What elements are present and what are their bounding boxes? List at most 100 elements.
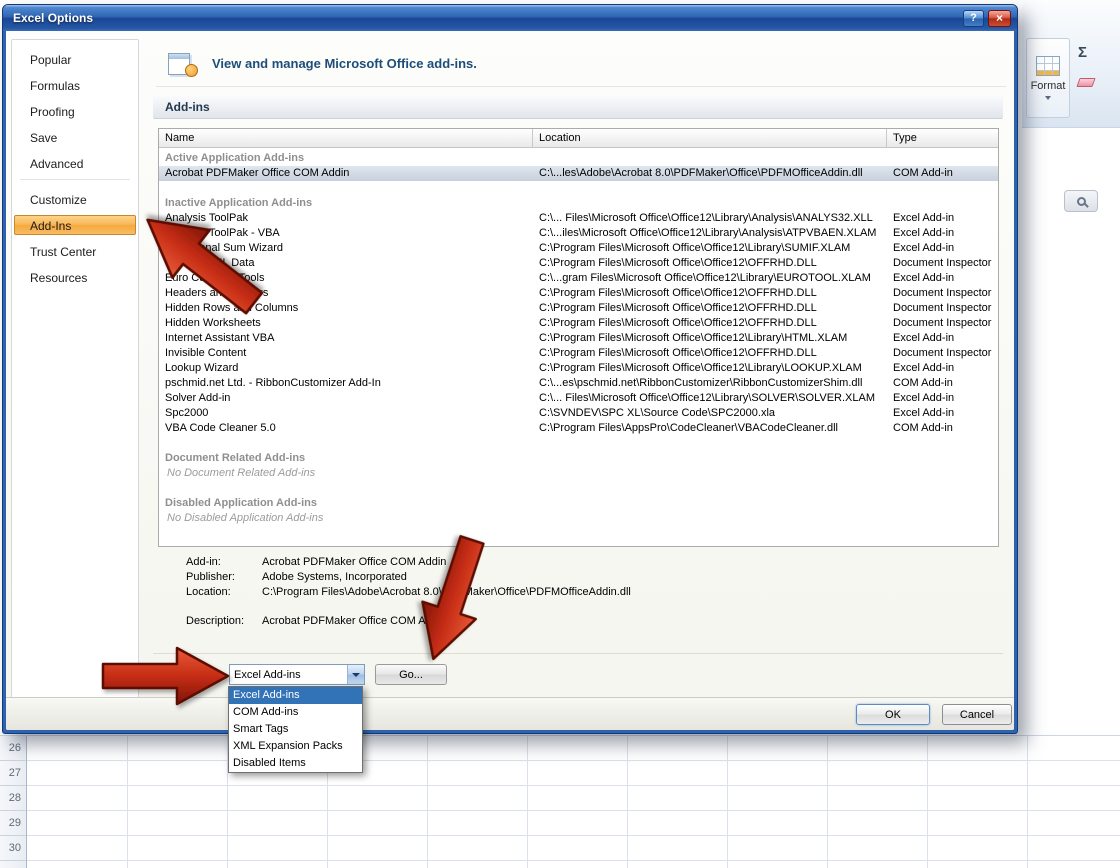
detail-row: Add-in:Acrobat PDFMaker Office COM Addin [186,555,998,570]
addin-location: C:\Program Files\Microsoft Office\Office… [533,301,887,316]
close-icon: × [996,11,1003,25]
dropdown-button[interactable] [347,665,364,684]
detail-label: Add-in: [186,555,262,570]
chevron-down-icon [1045,96,1051,100]
section-band: Add-ins [153,95,1003,119]
addin-type: Document Inspector [887,286,998,301]
detail-value: Adobe Systems, Incorporated [262,570,998,585]
addin-group-header: Active Application Add-ins [159,151,998,166]
addin-location: C:\Program Files\Microsoft Office\Office… [533,241,887,256]
addin-name: Invisible Content [159,346,533,361]
addin-row[interactable]: Headers and FootersC:\Program Files\Micr… [159,286,998,301]
sidebar-item-add-ins[interactable]: Add-Ins [14,215,136,235]
dialog-titlebar[interactable]: Excel Options ? × [3,5,1017,31]
dialog-title: Excel Options [13,11,963,25]
row-number: 26 [0,736,26,761]
sidebar-item-save[interactable]: Save [14,127,136,147]
cancel-button[interactable]: Cancel [942,704,1012,725]
sidebar-item-formulas[interactable]: Formulas [14,75,136,95]
background-widget [1064,190,1098,212]
column-header-name: Name [159,129,533,147]
addin-name: Hidden Rows and Columns [159,301,533,316]
format-button[interactable]: Format [1026,38,1070,118]
addin-row[interactable]: pschmid.net Ltd. - RibbonCustomizer Add-… [159,376,998,391]
addins-table-body: Active Application Add-insAcrobat PDFMak… [159,148,998,546]
close-button[interactable]: × [988,10,1011,27]
addin-name: Lookup Wizard [159,361,533,376]
magnifier-icon [1077,197,1086,206]
addin-location: C:\...gram Files\Microsoft Office\Office… [533,271,887,286]
addin-location: C:\Program Files\Microsoft Office\Office… [533,331,887,346]
addin-group-empty: No Disabled Application Add-ins [159,511,998,526]
sidebar-nav: Popular Formulas Proofing Save Advanced Custo… [11,39,139,701]
manage-dropdown-value: Excel Add-ins [230,669,347,681]
addin-type: Excel Add-in [887,391,998,406]
addin-row[interactable]: Internet Assistant VBAC:\Program Files\M… [159,331,998,346]
addin-row[interactable]: Custom XML DataC:\Program Files\Microsof… [159,256,998,271]
manage-dropdown[interactable]: Excel Add-ins [229,664,365,685]
addin-row[interactable]: Solver Add-inC:\... Files\Microsoft Offi… [159,391,998,406]
addin-details: Add-in:Acrobat PDFMaker Office COM Addin… [186,555,998,629]
main-header: View and manage Microsoft Office add-ins… [156,41,1006,87]
column-header-location: Location [533,129,887,147]
detail-value: C:\Program Files\Adobe\Acrobat 8.0\PDFMa… [262,585,998,600]
sidebar-item-popular[interactable]: Popular [14,49,136,69]
addin-location: C:\... Files\Microsoft Office\Office12\L… [533,211,887,226]
table-header-row: Name Location Type [159,129,998,148]
addin-row[interactable]: Euro Currency ToolsC:\...gram Files\Micr… [159,271,998,286]
dropdown-option[interactable]: COM Add-ins [229,704,362,721]
addin-name: Spc2000 [159,406,533,421]
sidebar-separator [20,179,130,180]
ok-button[interactable]: OK [856,704,930,725]
sidebar-item-trust-center[interactable]: Trust Center [14,241,136,261]
addin-row[interactable]: Spc2000C:\SVNDEV\SPC XL\Source Code\SPC2… [159,406,998,421]
autosum-sigma-icon[interactable]: Σ [1078,44,1087,61]
addin-row[interactable]: Analysis ToolPak - VBAC:\...iles\Microso… [159,226,998,241]
addin-group-header: Document Related Add-ins [159,451,998,466]
addin-row[interactable]: Hidden WorksheetsC:\Program Files\Micros… [159,316,998,331]
addin-location: C:\Program Files\Microsoft Office\Office… [533,256,887,271]
dropdown-option[interactable]: XML Expansion Packs [229,738,362,755]
sidebar-item-resources[interactable]: Resources [14,267,136,287]
addin-location: C:\Program Files\Microsoft Office\Office… [533,346,887,361]
chevron-down-icon [352,673,360,677]
addin-location: C:\Program Files\Microsoft Office\Office… [533,286,887,301]
row-number: 28 [0,786,26,811]
go-button[interactable]: Go... [375,664,447,685]
addin-group-empty: No Document Related Add-ins [159,466,998,481]
addin-name: Internet Assistant VBA [159,331,533,346]
addin-row[interactable]: VBA Code Cleaner 5.0C:\Program Files\App… [159,421,998,436]
addin-row[interactable]: Conditional Sum WizardC:\Program Files\M… [159,241,998,256]
dropdown-option[interactable]: Smart Tags [229,721,362,738]
addin-name: Solver Add-in [159,391,533,406]
dropdown-option[interactable]: Disabled Items [229,755,362,772]
addin-type: Excel Add-in [887,271,998,286]
excel-options-dialog: Excel Options ? × Popular Formulas Proofin… [2,4,1018,734]
sidebar-item-proofing[interactable]: Proofing [14,101,136,121]
addin-row[interactable]: Analysis ToolPakC:\... Files\Microsoft O… [159,211,998,226]
sidebar-item-advanced[interactable]: Advanced [14,153,136,173]
addin-type: COM Add-in [887,166,998,181]
clear-eraser-icon[interactable] [1076,78,1095,87]
addin-row[interactable]: Lookup WizardC:\Program Files\Microsoft … [159,361,998,376]
help-button[interactable]: ? [963,10,984,27]
addin-name: Euro Currency Tools [159,271,533,286]
dropdown-option[interactable]: Excel Add-ins [229,687,362,704]
addin-row[interactable]: Invisible ContentC:\Program Files\Micros… [159,346,998,361]
addin-type: Excel Add-in [887,241,998,256]
addin-name: Conditional Sum Wizard [159,241,533,256]
sidebar-item-customize[interactable]: Customize [14,189,136,209]
addin-location: C:\Program Files\Microsoft Office\Office… [533,361,887,376]
addin-type: Document Inspector [887,316,998,331]
addins-table: Name Location Type Active Application Ad… [158,128,999,547]
addin-row[interactable]: Hidden Rows and ColumnsC:\Program Files\… [159,301,998,316]
detail-label: Description: [186,614,262,629]
format-button-label: Format [1031,80,1066,92]
detail-row: Description:Acrobat PDFMaker Office COM … [186,614,998,629]
addin-row[interactable]: Acrobat PDFMaker Office COM AddinC:\...l… [159,166,998,181]
addin-location: C:\Program Files\AppsPro\CodeCleaner\VBA… [533,421,887,436]
addin-name: Headers and Footers [159,286,533,301]
page-title: View and manage Microsoft Office add-ins… [212,56,477,71]
detail-label: Location: [186,585,262,600]
addin-name: Hidden Worksheets [159,316,533,331]
